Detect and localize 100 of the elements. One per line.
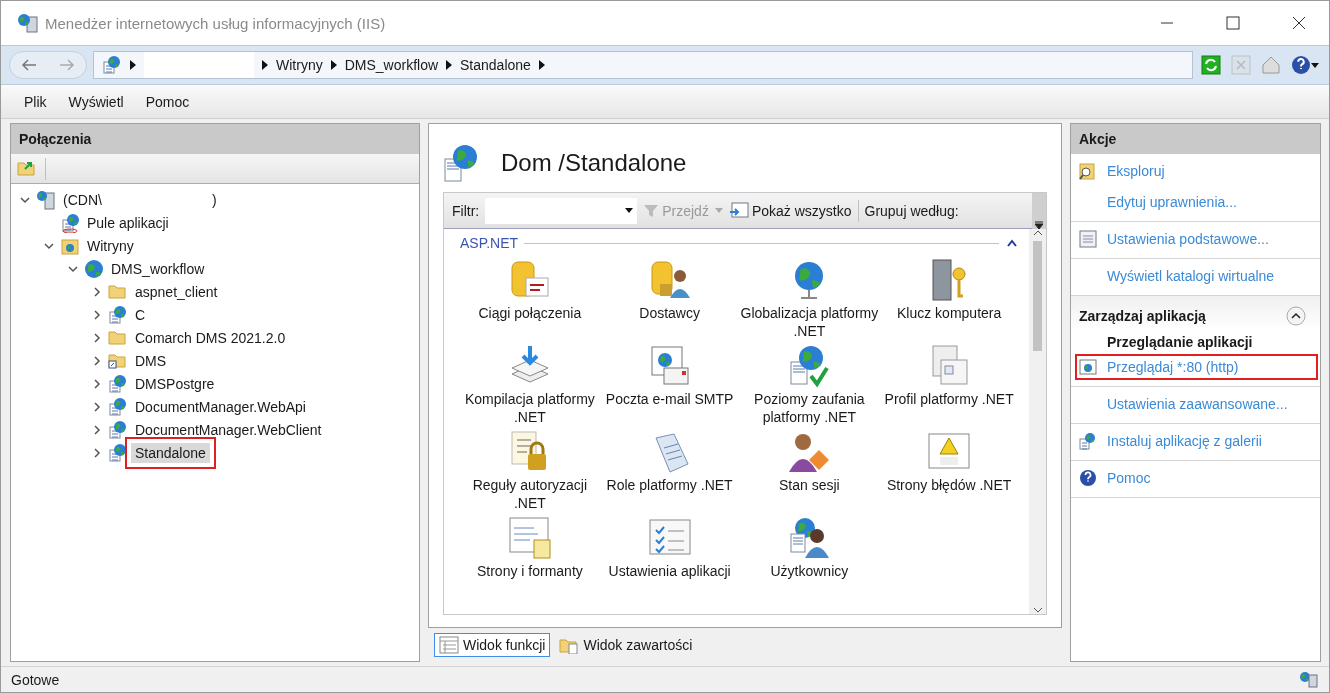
close-icon <box>1292 16 1306 30</box>
action-link[interactable]: Ustawienia podstawowe... <box>1075 226 1318 252</box>
breadcrumb-arrow-icon <box>130 60 136 70</box>
action-link[interactable]: Przeglądaj *:80 (http) <box>1075 354 1318 380</box>
feature-item[interactable]: Ciągi połączenia <box>460 257 600 343</box>
web-app-icon <box>108 442 128 463</box>
back-button[interactable] <box>21 58 37 72</box>
scroll-down-icon <box>1032 606 1043 614</box>
feature-item[interactable]: Stan sesji <box>739 429 880 515</box>
web-app-icon <box>108 373 128 394</box>
chevron-up-icon <box>1286 306 1306 326</box>
action-link[interactable]: Eksploruj <box>1075 158 1318 184</box>
action-link[interactable]: Edytuj uprawnienia... <box>1075 189 1318 215</box>
scrollbar-thumb[interactable] <box>1033 241 1042 351</box>
collapse-button[interactable] <box>1005 239 1019 247</box>
feature-item[interactable]: Ustawienia aplikacji <box>599 515 740 601</box>
folder-document-icon <box>559 636 580 654</box>
action-link[interactable]: Wyświetl katalogi wirtualne <box>1075 263 1318 289</box>
help-button[interactable] <box>1289 55 1321 75</box>
scroll-up-icon <box>1032 229 1043 237</box>
dropdown-caret-icon <box>625 208 634 213</box>
web-app-icon <box>108 419 128 440</box>
help-icon <box>1291 55 1311 75</box>
form-window-icon <box>507 516 552 560</box>
chevron-right-icon <box>91 354 103 367</box>
feature-item[interactable]: Użytkownicy <box>739 515 880 601</box>
tree-item[interactable]: Pule aplikacji <box>83 212 173 233</box>
panel-header: Połączenia <box>11 124 419 154</box>
action-link[interactable]: Ustawienia zaawansowane... <box>1075 391 1318 417</box>
caret-icon <box>1311 62 1319 68</box>
group-by-button[interactable]: Grupuj według: <box>864 202 959 219</box>
tree-item[interactable]: DMS_workflow <box>107 258 209 279</box>
show-all-button[interactable]: Pokaż wszystko <box>728 201 852 220</box>
feature-item[interactable]: Role platformy .NET <box>599 429 740 515</box>
overflow-button[interactable] <box>1032 192 1046 229</box>
panel-header: Akcje <box>1071 124 1320 154</box>
web-app-icon <box>102 55 122 75</box>
view-tab[interactable]: Widok zawartości <box>554 633 698 657</box>
web-app-icon <box>1079 432 1097 450</box>
section-heading: Przeglądanie aplikacji <box>1106 333 1254 350</box>
browser-globe-icon <box>1079 358 1097 376</box>
feature-item[interactable]: Poczta e-mail SMTP <box>599 343 740 429</box>
feature-item[interactable]: Kompilacja platformy .NET <box>460 343 600 429</box>
menu-item[interactable]: Pomoc <box>136 89 199 114</box>
tree-item[interactable]: C <box>131 304 150 325</box>
view-tab[interactable]: Widok funkcji <box>434 633 551 657</box>
chevron-right-icon <box>91 331 103 344</box>
breadcrumb-item[interactable]: Standalone <box>460 57 531 73</box>
tree-item[interactable]: Witryny <box>83 235 138 256</box>
globe-icon <box>84 258 104 279</box>
chevron-up-icon <box>1007 239 1017 247</box>
user-globe-icon <box>787 516 832 560</box>
breadcrumb-arrow-icon <box>446 60 453 70</box>
scrollbar[interactable] <box>1029 229 1046 614</box>
help-icon <box>1079 469 1097 487</box>
filter-field[interactable] <box>485 197 638 224</box>
menu-item[interactable]: Wyświetl <box>59 89 133 114</box>
server-globe-icon <box>36 189 56 210</box>
folder-search-icon <box>1079 162 1097 180</box>
web-app-icon <box>108 396 128 417</box>
forward-arrow-icon <box>59 58 75 72</box>
tree-item[interactable]: DocumentManager.WebClient <box>131 419 326 440</box>
back-arrow-icon <box>21 58 37 72</box>
breadcrumb-arrow-icon <box>330 60 337 70</box>
tree-item[interactable]: aspnet_client <box>131 281 222 302</box>
group-title: Zarządzaj aplikacją <box>1079 308 1206 324</box>
home-icon <box>1261 55 1281 75</box>
tree-item[interactable]: DMSPostgre <box>131 373 219 394</box>
feature-item[interactable]: Poziomy zaufania platformy .NET <box>739 343 880 429</box>
window-title: Menedżer internetowych usług informacyjnych (IIS) <box>45 14 387 32</box>
chevron-right-icon <box>91 285 103 298</box>
feature-item[interactable]: Dostawcy <box>599 257 740 343</box>
page-title: Dom /Standalone <box>501 149 687 177</box>
breadcrumb-item[interactable]: Witryny <box>276 57 323 73</box>
feature-item[interactable]: Strony i formanty <box>460 515 600 601</box>
feature-item[interactable]: Globalizacja platformy .NET <box>739 257 880 343</box>
feature-item[interactable]: Profil platformy .NET <box>879 343 1019 429</box>
chevron-right-icon <box>91 308 103 321</box>
refresh-icon <box>1201 55 1221 75</box>
breadcrumb-arrow-icon <box>262 60 268 70</box>
action-link[interactable]: Pomoc <box>1075 465 1318 491</box>
tree-item[interactable]: (CDN\ ) <box>59 189 221 210</box>
funnel-icon <box>643 202 660 219</box>
tree-item[interactable]: Standalone <box>131 442 210 463</box>
menu-item[interactable]: Plik <box>15 89 56 114</box>
feature-item[interactable]: Strony błędów .NET <box>879 429 1019 515</box>
tree-item[interactable]: DMS <box>131 350 171 371</box>
chevron-right-icon <box>91 377 103 390</box>
chevron-right-icon <box>91 400 103 413</box>
stop-icon <box>1231 55 1251 75</box>
web-app-icon <box>443 143 479 183</box>
breadcrumb-arrow-icon <box>538 60 545 70</box>
action-link[interactable]: Instaluj aplikację z galerii <box>1075 428 1318 454</box>
feature-item[interactable]: Klucz komputera <box>879 257 1019 343</box>
tree-item[interactable]: DocumentManager.WebApi <box>131 396 310 417</box>
feature-item[interactable]: Reguły autoryzacji .NET <box>460 429 600 515</box>
tree-item[interactable]: Comarch DMS 2021.2.0 <box>131 327 290 348</box>
refresh-button[interactable] <box>1199 55 1223 75</box>
breadcrumb-item[interactable]: DMS_workflow <box>344 57 439 73</box>
app-server-globe-icon <box>17 13 39 33</box>
